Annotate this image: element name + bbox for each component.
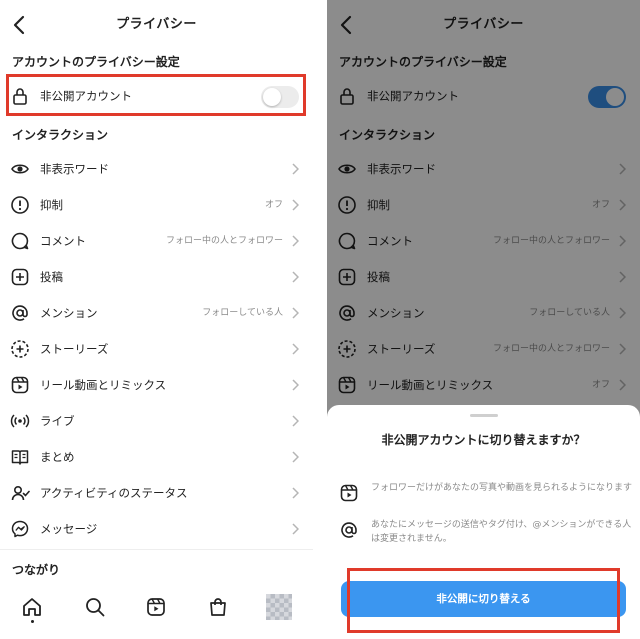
home-icon[interactable] — [21, 596, 43, 618]
reels-icon — [10, 375, 30, 395]
list-item-label: アクティビティのステータス — [40, 486, 188, 500]
panel-divider — [313, 0, 327, 639]
list-item-hidden-words[interactable]: 非表示ワード — [0, 151, 313, 187]
story-icon — [10, 339, 30, 359]
sheet-info-text: あなたにメッセージの送信やタグ付け、@メンションができる人は変更されません。 — [371, 520, 632, 544]
list-item-activity-status[interactable]: アクティビティのステータス — [0, 475, 313, 511]
list-item-label: メッセージ — [40, 522, 98, 536]
chevron-right-icon — [291, 235, 299, 247]
list-item-value: オフ — [264, 200, 283, 210]
activity-icon — [10, 483, 30, 503]
comment-icon — [10, 231, 30, 251]
list-item-label: 非表示ワード — [40, 162, 109, 176]
avatar[interactable] — [266, 594, 292, 620]
list-item-value: フォローしている人 — [202, 308, 283, 318]
reels-icon[interactable] — [145, 596, 167, 618]
live-icon — [10, 411, 30, 431]
sheet-info-row: フォロワーだけがあなたの写真や動画を見られるようになります — [327, 481, 640, 513]
at-icon — [339, 520, 359, 540]
list-item-live[interactable]: ライブ — [0, 403, 313, 439]
sheet-info-text: フォロワーだけがあなたの写真や動画を見られるようになります — [371, 483, 633, 493]
sheet-info-row: あなたにメッセージの送信やタグ付け、@メンションができる人は変更されません。 — [327, 518, 640, 550]
list-item-value: フォロー中の人とフォロワー — [165, 236, 283, 246]
messenger-icon — [10, 519, 30, 539]
privacy-settings-screen: プライバシー アカウントのプライバシー設定 非公開アカウント インタラクション … — [0, 0, 313, 639]
divider — [0, 549, 313, 550]
list-item-label: まとめ — [40, 450, 75, 464]
at-icon — [10, 303, 30, 323]
list-item-mentions[interactable]: メンション フォローしている人 — [0, 295, 313, 331]
shop-icon[interactable] — [207, 596, 229, 618]
list-item-reels[interactable]: リール動画とリミックス — [0, 367, 313, 403]
search-icon[interactable] — [84, 596, 106, 618]
highlight-box — [6, 74, 306, 116]
sheet-grabber[interactable] — [470, 414, 498, 417]
list-item-posts[interactable]: 投稿 — [0, 259, 313, 295]
active-tab-indicator — [31, 620, 34, 623]
sheet-title: 非公開アカウントに切り替えますか？ — [381, 433, 586, 447]
chevron-right-icon — [291, 451, 299, 463]
chevron-right-icon — [291, 343, 299, 355]
list-item-label: リール動画とリミックス — [40, 378, 167, 392]
chevron-right-icon — [291, 163, 299, 175]
list-item-guides[interactable]: まとめ — [0, 439, 313, 475]
list-item-label: ライブ — [40, 414, 75, 428]
section-heading-connections: つながり — [12, 563, 61, 577]
chevron-right-icon — [291, 487, 299, 499]
list-item-label: 抑制 — [40, 198, 63, 212]
list-item-label: ストーリーズ — [40, 342, 109, 356]
privacy-settings-screen-with-dialog: プライバシー アカウントのプライバシー設定 非公開アカウント インタラクション … — [327, 0, 640, 639]
chevron-right-icon — [291, 523, 299, 535]
section-heading-interactions: インタラクション — [12, 128, 109, 142]
chevron-right-icon — [291, 199, 299, 211]
chevron-right-icon — [291, 415, 299, 427]
list-item-label: 投稿 — [40, 270, 63, 284]
plus-square-icon — [10, 267, 30, 287]
highlight-box — [347, 568, 620, 633]
chevron-right-icon — [291, 379, 299, 391]
list-item-comments[interactable]: コメント フォロー中の人とフォロワー — [0, 223, 313, 259]
reels-icon — [339, 483, 359, 503]
list-item-messages[interactable]: メッセージ — [0, 511, 313, 547]
eye-icon — [10, 159, 30, 179]
section-heading-privacy: アカウントのプライバシー設定 — [12, 55, 180, 69]
list-item-stories[interactable]: ストーリーズ — [0, 331, 313, 367]
guide-icon — [10, 447, 30, 467]
list-item-label: メンション — [40, 306, 98, 320]
back-icon[interactable] — [8, 12, 32, 38]
alert-icon — [10, 195, 30, 215]
page-title: プライバシー — [116, 17, 197, 32]
list-item-label: コメント — [40, 234, 86, 248]
list-item-restrict[interactable]: 抑制 オフ — [0, 187, 313, 223]
chevron-right-icon — [291, 307, 299, 319]
chevron-right-icon — [291, 271, 299, 283]
top-bar: プライバシー — [0, 0, 313, 50]
